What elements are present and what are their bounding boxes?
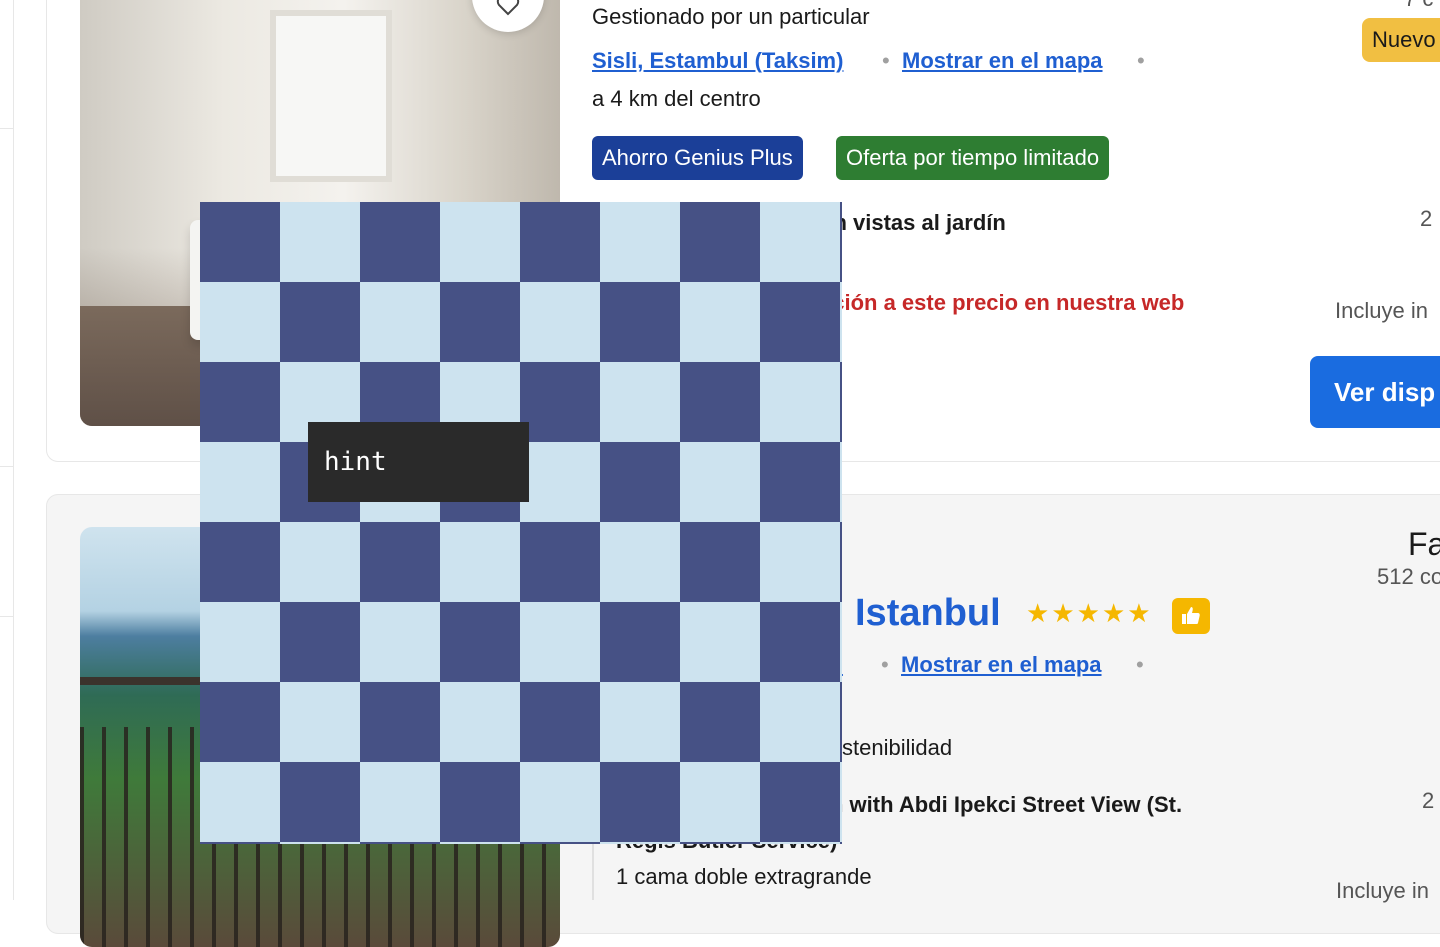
review-count: 7 c <box>1404 0 1433 12</box>
rate-warning: ación a este precio en nuestra web <box>820 290 1185 315</box>
rail-divider <box>0 466 13 467</box>
star-icon: ★ <box>1076 598 1100 628</box>
distance-text: a 4 km del centro <box>592 86 761 111</box>
bed-info: 1 cama doble extragrande <box>616 864 872 889</box>
separator-dot: • <box>1137 48 1145 73</box>
separator-dot: • <box>882 48 890 73</box>
star-icon: ★ <box>1051 598 1075 628</box>
nights-text: 2 <box>1422 788 1435 813</box>
show-on-map-link[interactable]: Mostrar en el mapa <box>902 48 1103 74</box>
checkerboard-overlay[interactable] <box>200 202 842 844</box>
sustainability-badge: stenibilidad <box>842 735 953 760</box>
tax-note: Incluye in <box>1335 298 1428 323</box>
genius-badge: Ahorro Genius Plus <box>592 136 803 180</box>
rail-divider <box>0 616 13 617</box>
room-type: on vistas al jardín <box>820 210 1006 235</box>
star-icon: ★ <box>1101 598 1126 628</box>
left-rail <box>0 0 14 900</box>
thumbs-up-icon <box>1172 598 1210 634</box>
star-icon: ★ <box>1026 598 1050 628</box>
hotel-name-link[interactable]: Istanbul <box>855 592 1001 635</box>
heart-icon <box>496 0 520 16</box>
star-rating: ★ ★ ★ ★ ★ <box>1026 598 1151 628</box>
hint-tooltip: hint <box>308 422 529 502</box>
rating-word: Fa <box>1408 526 1440 562</box>
limited-offer-badge: Oferta por tiempo limitado <box>836 136 1110 180</box>
rail-divider <box>0 128 13 129</box>
review-count: 512 co <box>1377 564 1440 589</box>
show-on-map-link[interactable]: Mostrar en el mapa <box>901 652 1102 678</box>
room-type: n with Abdi Ipekci Street View (St. <box>830 792 1183 817</box>
separator-dot: • <box>881 652 889 677</box>
thumbs-up-glyph <box>1182 607 1200 624</box>
location-link[interactable]: Sisli, Estambul (Taksim) <box>592 48 843 74</box>
managed-by-text: Gestionado por un particular <box>592 4 870 29</box>
see-availability-button[interactable]: Ver disp <box>1310 356 1440 428</box>
nights-text: 2 <box>1420 206 1433 231</box>
new-badge: Nuevo <box>1362 18 1440 62</box>
separator-dot: • <box>1136 652 1144 677</box>
tax-note: Incluye in <box>1336 878 1429 903</box>
photo-window <box>270 10 392 182</box>
star-icon: ★ <box>1127 598 1151 628</box>
